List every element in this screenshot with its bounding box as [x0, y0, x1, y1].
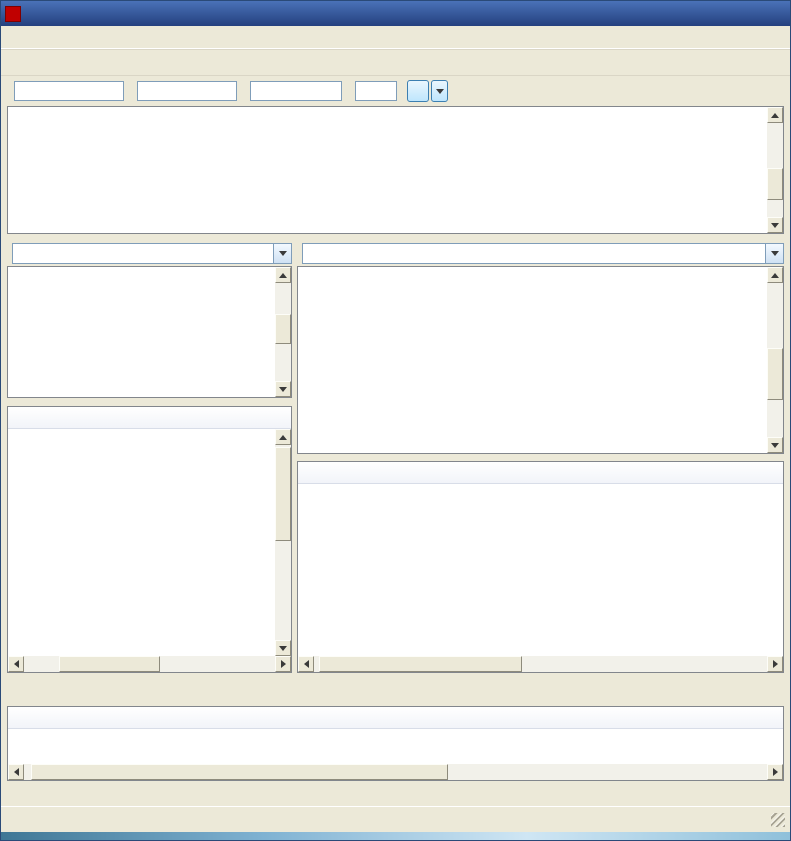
toolbar — [1, 49, 790, 76]
scrollbar-thumb[interactable] — [767, 168, 783, 200]
combo-dropdown-button[interactable] — [273, 244, 291, 263]
username-input[interactable] — [137, 81, 237, 101]
scroll-right-button[interactable] — [767, 764, 783, 780]
scrollbar-track[interactable] — [767, 123, 783, 217]
quickconnect-button[interactable] — [407, 80, 429, 102]
arrow-down-icon — [771, 223, 779, 228]
arrow-right-icon — [773, 660, 778, 668]
arrow-down-icon — [279, 387, 287, 392]
local-file-list-panel — [7, 406, 292, 673]
scrollbar-track[interactable] — [24, 764, 767, 780]
scroll-left-button[interactable] — [298, 656, 314, 672]
filezilla-window — [0, 0, 791, 841]
local-site-bar — [7, 241, 292, 266]
remote-site-combo[interactable] — [302, 243, 784, 264]
port-input[interactable] — [355, 81, 397, 101]
local-file-list — [8, 429, 275, 656]
arrow-left-icon — [14, 768, 19, 776]
scroll-right-button[interactable] — [275, 656, 291, 672]
scroll-left-button[interactable] — [8, 656, 24, 672]
remote-list-header — [298, 462, 783, 484]
queue-tabs — [1, 781, 790, 806]
scroll-down-button[interactable] — [275, 381, 291, 397]
scrollbar-thumb[interactable] — [275, 314, 291, 343]
tree-list-splitter[interactable] — [297, 454, 784, 461]
tree-list-splitter[interactable] — [7, 398, 292, 406]
scroll-down-button[interactable] — [275, 640, 291, 656]
arrow-up-icon — [279, 435, 287, 440]
local-tree-panel — [7, 266, 292, 398]
arrow-left-icon — [14, 660, 19, 668]
chevron-down-icon — [771, 251, 779, 256]
local-list-header — [8, 407, 291, 429]
host-input[interactable] — [14, 81, 124, 101]
scroll-right-button[interactable] — [767, 656, 783, 672]
horizontal-splitter[interactable] — [1, 234, 790, 241]
filezilla-app-icon — [5, 6, 21, 22]
scroll-up-button[interactable] — [767, 107, 783, 123]
scrollbar-track[interactable] — [314, 656, 767, 672]
title-bar[interactable] — [1, 1, 790, 26]
local-tree-scrollbar[interactable] — [275, 267, 291, 397]
window-bottom-frame — [1, 832, 790, 840]
remote-file-list — [298, 484, 783, 656]
chevron-down-icon — [436, 89, 444, 94]
scrollbar-thumb[interactable] — [319, 656, 523, 672]
scroll-up-button[interactable] — [275, 429, 291, 445]
quickconnect-dropdown-button[interactable] — [431, 80, 448, 102]
scroll-up-button[interactable] — [275, 267, 291, 283]
local-directory-tree — [8, 267, 275, 397]
message-log-panel — [7, 106, 784, 234]
chevron-down-icon — [279, 251, 287, 256]
remote-directory-tree — [298, 267, 767, 453]
local-list-horizontal-scrollbar[interactable] — [8, 656, 291, 672]
message-log — [8, 107, 767, 233]
scrollbar-track[interactable] — [275, 283, 291, 381]
arrow-right-icon — [281, 660, 286, 668]
scrollbar-track[interactable] — [767, 283, 783, 437]
scrollbar-thumb[interactable] — [59, 656, 159, 672]
arrow-up-icon — [771, 113, 779, 118]
scrollbar-track[interactable] — [24, 656, 275, 672]
arrow-down-icon — [279, 646, 287, 651]
scrollbar-thumb[interactable] — [31, 764, 447, 780]
combo-dropdown-button[interactable] — [765, 244, 783, 263]
scroll-up-button[interactable] — [767, 267, 783, 283]
scroll-down-button[interactable] — [767, 437, 783, 453]
arrow-up-icon — [279, 273, 287, 278]
local-status-text — [7, 676, 292, 698]
remote-file-list-panel — [297, 461, 784, 673]
password-input[interactable] — [250, 81, 342, 101]
queue-body — [8, 729, 783, 764]
remote-panel — [297, 241, 784, 698]
menu-bar — [1, 26, 790, 49]
remote-site-bar — [297, 241, 784, 266]
remote-list-horizontal-scrollbar[interactable] — [298, 656, 783, 672]
remote-status-text — [297, 676, 784, 698]
queue-header — [8, 707, 783, 729]
arrow-right-icon — [773, 768, 778, 776]
message-log-scrollbar[interactable] — [767, 107, 783, 233]
scrollbar-track[interactable] — [275, 445, 291, 640]
scroll-down-button[interactable] — [767, 217, 783, 233]
local-panel — [7, 241, 292, 698]
queue-horizontal-scrollbar[interactable] — [8, 764, 783, 780]
status-bar — [1, 806, 790, 832]
arrow-down-icon — [771, 443, 779, 448]
remote-tree-panel — [297, 266, 784, 454]
scroll-left-button[interactable] — [8, 764, 24, 780]
transfer-queue-panel — [7, 706, 784, 781]
local-site-combo[interactable] — [12, 243, 292, 264]
arrow-up-icon — [771, 273, 779, 278]
resize-grip[interactable] — [771, 813, 785, 827]
main-panels — [7, 241, 784, 698]
local-list-scrollbar[interactable] — [275, 429, 291, 656]
arrow-left-icon — [304, 660, 309, 668]
remote-tree-scrollbar[interactable] — [767, 267, 783, 453]
quickconnect-bar — [1, 76, 790, 106]
scrollbar-thumb[interactable] — [767, 348, 783, 400]
scrollbar-thumb[interactable] — [275, 447, 291, 541]
